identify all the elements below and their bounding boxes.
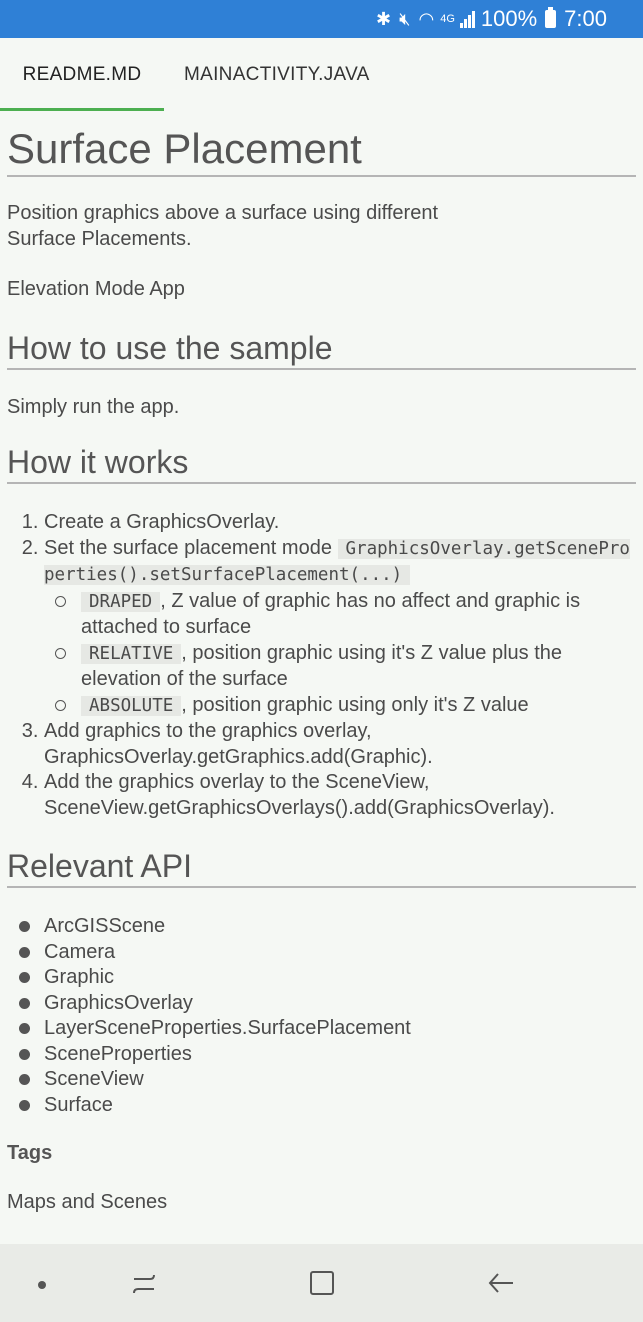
- tags-text: Maps and Scenes: [7, 1191, 168, 1213]
- inline-code: ABSOLUTE: [81, 695, 182, 716]
- list-item: SceneProperties: [19, 1042, 636, 1068]
- clock: 7:00: [564, 6, 607, 31]
- readme-content[interactable]: Surface Placement Position graphics abov…: [0, 111, 643, 1244]
- heading-relevant-api: Relevant API: [7, 846, 636, 888]
- mute-icon: 🔇︎: [399, 8, 411, 29]
- list-item: Graphic: [19, 965, 636, 991]
- api-list: ArcGISScene Camera Graphic GraphicsOverl…: [7, 914, 636, 1118]
- nav-dot-icon[interactable]: [38, 1281, 46, 1289]
- step-item: Add the graphics overlay to the SceneVie…: [44, 770, 636, 821]
- description: Position graphics above a surface using …: [7, 202, 439, 250]
- sub-list: DRAPED, Z value of graphic has no affect…: [44, 589, 636, 720]
- how-to-use-text: Simply run the app.: [7, 395, 180, 418]
- step-item: Add graphics to the graphics overlay, Gr…: [44, 719, 636, 770]
- list-item: LayerSceneProperties.SurfacePlacement: [19, 1016, 636, 1042]
- step-text: Add graphics to the graphics overlay, Gr…: [44, 720, 433, 768]
- battery-icon: [545, 7, 557, 28]
- recent-apps-icon[interactable]: [130, 1269, 158, 1297]
- sub-list-item: ABSOLUTE, position graphic using only it…: [55, 693, 636, 720]
- step-text: Add the graphics overlay to the SceneVie…: [44, 771, 555, 819]
- step-text: Set the surface placement mode: [44, 536, 338, 559]
- sub-item-text: , position graphic using only it's Z val…: [181, 693, 529, 716]
- steps-list: Create a GraphicsOverlay. Set the surfac…: [7, 510, 636, 821]
- list-item: GraphicsOverlay: [19, 991, 636, 1017]
- heading-how-it-works: How it works: [7, 442, 636, 484]
- network-type: 4G: [440, 13, 455, 25]
- image-alt-text: Elevation Mode App: [7, 278, 185, 300]
- list-item: Camera: [19, 940, 636, 966]
- signal-icon: [459, 10, 475, 28]
- inline-code: RELATIVE: [81, 643, 182, 664]
- sub-list-item: RELATIVE, position graphic using it's Z …: [55, 641, 636, 693]
- step-text: Create a GraphicsOverlay.: [44, 511, 280, 533]
- tab-bar: README.MD MAINACTIVITY.JAVA: [0, 38, 643, 111]
- step-item: Set the surface placement mode GraphicsO…: [44, 536, 636, 720]
- page-title: Surface Placement: [7, 125, 636, 177]
- tab-readme[interactable]: README.MD: [0, 38, 164, 111]
- list-item: SceneView: [19, 1067, 636, 1093]
- wifi-icon: ◠: [418, 8, 435, 29]
- tab-mainactivity[interactable]: MAINACTIVITY.JAVA: [184, 38, 370, 111]
- status-bar: ✱ 🔇︎ ◠ 4G 100% 7:00: [0, 0, 643, 38]
- inline-code: DRAPED: [81, 591, 161, 612]
- heading-how-to-use: How to use the sample: [7, 328, 636, 370]
- home-icon[interactable]: [310, 1271, 334, 1295]
- sub-list-item: DRAPED, Z value of graphic has no affect…: [55, 589, 636, 641]
- battery-percent: 100%: [480, 6, 538, 31]
- navigation-bar: [0, 1244, 643, 1322]
- step-item: Create a GraphicsOverlay.: [44, 510, 636, 536]
- bluetooth-icon: ✱: [376, 8, 392, 29]
- back-icon[interactable]: [486, 1269, 516, 1297]
- tags-heading: Tags: [7, 1142, 53, 1164]
- list-item: ArcGISScene: [19, 914, 636, 940]
- list-item: Surface: [19, 1093, 636, 1119]
